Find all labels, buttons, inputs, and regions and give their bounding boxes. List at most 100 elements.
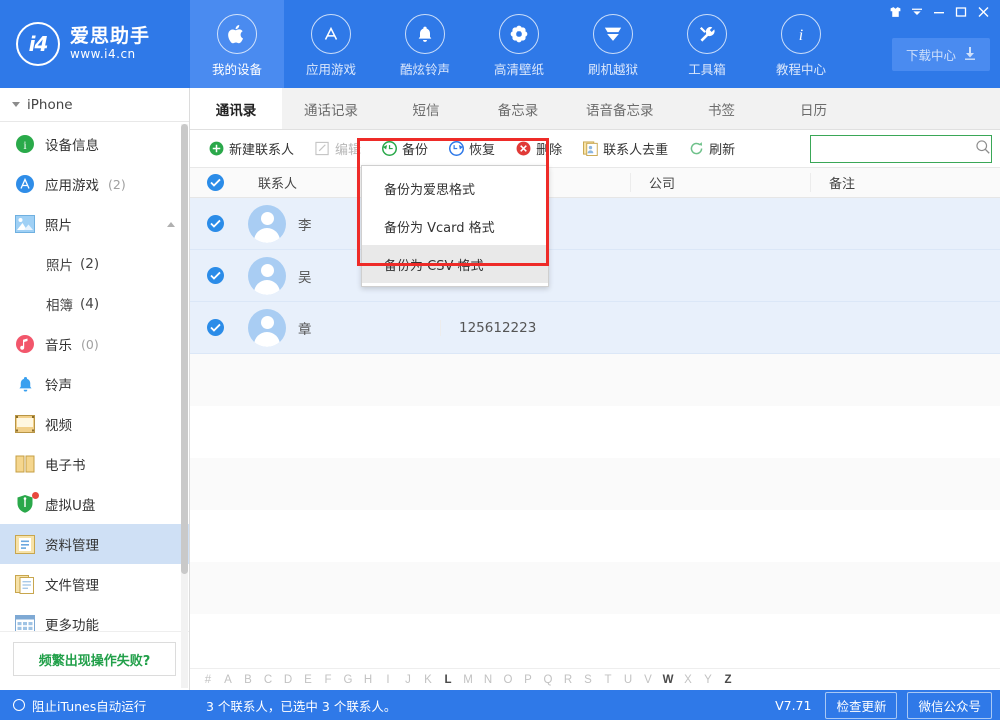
- tab-notes[interactable]: 备忘录: [472, 88, 564, 129]
- block-itunes-toggle[interactable]: 阻止iTunes自动运行: [0, 696, 190, 715]
- alpha-d[interactable]: D: [278, 674, 298, 686]
- refresh-button[interactable]: 刷新: [678, 134, 745, 164]
- row-checkbox[interactable]: [190, 267, 240, 284]
- menu-item-backup-vcard-format[interactable]: 备份为 Vcard 格式: [362, 207, 548, 245]
- nav-my-device[interactable]: 我的设备: [190, 0, 284, 88]
- column-header-company[interactable]: 公司: [630, 173, 810, 192]
- maximize-icon[interactable]: [950, 2, 972, 22]
- chevron-down-icon[interactable]: [906, 2, 928, 22]
- alpha-l[interactable]: L: [438, 674, 458, 686]
- row-checkbox[interactable]: [190, 215, 240, 232]
- alpha-t[interactable]: T: [598, 674, 618, 686]
- row-checkbox[interactable]: [190, 319, 240, 336]
- sidebar-item-device-info[interactable]: i 设备信息: [0, 124, 189, 164]
- download-center-button[interactable]: 下载中心: [892, 38, 990, 71]
- tab-voice-memos[interactable]: 语音备忘录: [564, 88, 676, 129]
- column-header-note[interactable]: 备注: [810, 173, 1000, 192]
- table-row[interactable]: 吴 1541567: [190, 250, 1000, 302]
- restore-button[interactable]: 恢复: [438, 134, 505, 164]
- nav-flash-jailbreak[interactable]: 刷机越狱: [566, 0, 660, 88]
- alpha-i[interactable]: I: [378, 674, 398, 686]
- alpha-j[interactable]: J: [398, 674, 418, 686]
- sidebar-item-apps-games[interactable]: 应用游戏 (2): [0, 164, 189, 204]
- wechat-button[interactable]: 微信公众号: [907, 692, 992, 719]
- alpha-n[interactable]: N: [478, 674, 498, 686]
- alpha-a[interactable]: A: [218, 674, 238, 686]
- nav-toolbox[interactable]: 工具箱: [660, 0, 754, 88]
- alpha-v[interactable]: V: [638, 674, 658, 686]
- alpha-r[interactable]: R: [558, 674, 578, 686]
- nav-label: 酷炫铃声: [400, 59, 450, 78]
- sidebar-item-data-management[interactable]: 资料管理: [0, 524, 189, 564]
- alpha-b[interactable]: B: [238, 674, 258, 686]
- row-contact-name-cell: 章: [240, 309, 440, 347]
- shirt-icon[interactable]: [884, 2, 906, 22]
- alpha-h[interactable]: H: [358, 674, 378, 686]
- alpha-o[interactable]: O: [498, 674, 518, 686]
- sidebar-scrollbar-thumb[interactable]: [181, 124, 188, 574]
- sidebar-item-videos[interactable]: 视频: [0, 404, 189, 444]
- alpha-y[interactable]: Y: [698, 674, 718, 686]
- alpha-x[interactable]: X: [678, 674, 698, 686]
- alpha-m[interactable]: M: [458, 674, 478, 686]
- alpha-u[interactable]: U: [618, 674, 638, 686]
- alpha-c[interactable]: C: [258, 674, 278, 686]
- checkbox-checked-icon: [207, 267, 224, 284]
- contact-name: 吴: [298, 266, 312, 286]
- sidebar-subitem-count: (2): [80, 256, 99, 272]
- table-row[interactable]: 李: [190, 198, 1000, 250]
- sidebar-subitem-albums[interactable]: 相簿 (4): [0, 284, 189, 324]
- contact-list: 李 吴 1541567: [190, 198, 1000, 668]
- alpha-z[interactable]: Z: [718, 674, 738, 686]
- tab-call-log[interactable]: 通话记录: [282, 88, 380, 129]
- dedupe-contacts-button[interactable]: 联系人去重: [572, 134, 678, 164]
- status-bar-right: 3 个联系人，已选中 3 个联系人。 V7.71 检查更新 微信公众号: [190, 692, 1000, 719]
- nav-tutorial-center[interactable]: i 教程中心: [754, 0, 848, 88]
- tab-contacts[interactable]: 通讯录: [190, 88, 282, 129]
- new-contact-button[interactable]: 新建联系人: [198, 134, 304, 164]
- alpha-k[interactable]: K: [418, 674, 438, 686]
- tab-calendar[interactable]: 日历: [768, 88, 860, 129]
- minimize-icon[interactable]: [928, 2, 950, 22]
- search-box[interactable]: [810, 135, 992, 163]
- alpha-g[interactable]: G: [338, 674, 358, 686]
- close-icon[interactable]: [972, 2, 994, 22]
- sidebar-item-music[interactable]: 音乐 (0): [0, 324, 189, 364]
- alpha-w[interactable]: W: [658, 674, 678, 686]
- menu-item-backup-csv-format[interactable]: 备份为 CSV 格式: [362, 245, 548, 283]
- sidebar-item-label: 铃声: [45, 374, 72, 394]
- operation-failure-help-button[interactable]: 频繁出现操作失败?: [13, 642, 176, 676]
- alpha-e[interactable]: E: [298, 674, 318, 686]
- empty-row: [190, 354, 1000, 406]
- top-bar: i4 爱思助手 www.i4.cn 我的设备 应用游戏: [0, 0, 1000, 88]
- alpha-hash[interactable]: #: [198, 674, 218, 686]
- sidebar-item-virtual-usb[interactable]: 虚拟U盘: [0, 484, 189, 524]
- sidebar-subitem-photos[interactable]: 照片 (2): [0, 244, 189, 284]
- search-input[interactable]: [819, 142, 975, 157]
- nav-wallpapers[interactable]: 高清壁纸: [472, 0, 566, 88]
- sidebar-item-ringtones[interactable]: 铃声: [0, 364, 189, 404]
- sidebar-item-file-management[interactable]: 文件管理: [0, 564, 189, 604]
- alpha-f[interactable]: F: [318, 674, 338, 686]
- select-all-checkbox[interactable]: [190, 174, 240, 191]
- tab-sms[interactable]: 短信: [380, 88, 472, 129]
- tab-bookmarks[interactable]: 书签: [676, 88, 768, 129]
- info-icon: i: [781, 14, 821, 54]
- alpha-p[interactable]: P: [518, 674, 538, 686]
- menu-item-backup-i4-format[interactable]: 备份为爱思格式: [362, 169, 548, 207]
- nav-apps-games[interactable]: 应用游戏: [284, 0, 378, 88]
- check-update-button[interactable]: 检查更新: [825, 692, 897, 719]
- nav-ringtones[interactable]: 酷炫铃声: [378, 0, 472, 88]
- search-icon[interactable]: [975, 139, 991, 159]
- delete-button[interactable]: 删除: [505, 134, 572, 164]
- sidebar-item-more-features[interactable]: 更多功能: [0, 604, 189, 631]
- sidebar-item-label: 更多功能: [45, 614, 99, 631]
- sidebar-scrollbar[interactable]: [181, 124, 188, 688]
- alpha-q[interactable]: Q: [538, 674, 558, 686]
- backup-button[interactable]: 备份: [371, 134, 438, 164]
- alpha-s[interactable]: S: [578, 674, 598, 686]
- sidebar-item-ebooks[interactable]: 电子书: [0, 444, 189, 484]
- sidebar-device-header[interactable]: iPhone: [0, 88, 189, 122]
- sidebar-item-photos[interactable]: 照片: [0, 204, 189, 244]
- table-row[interactable]: 章 125612223: [190, 302, 1000, 354]
